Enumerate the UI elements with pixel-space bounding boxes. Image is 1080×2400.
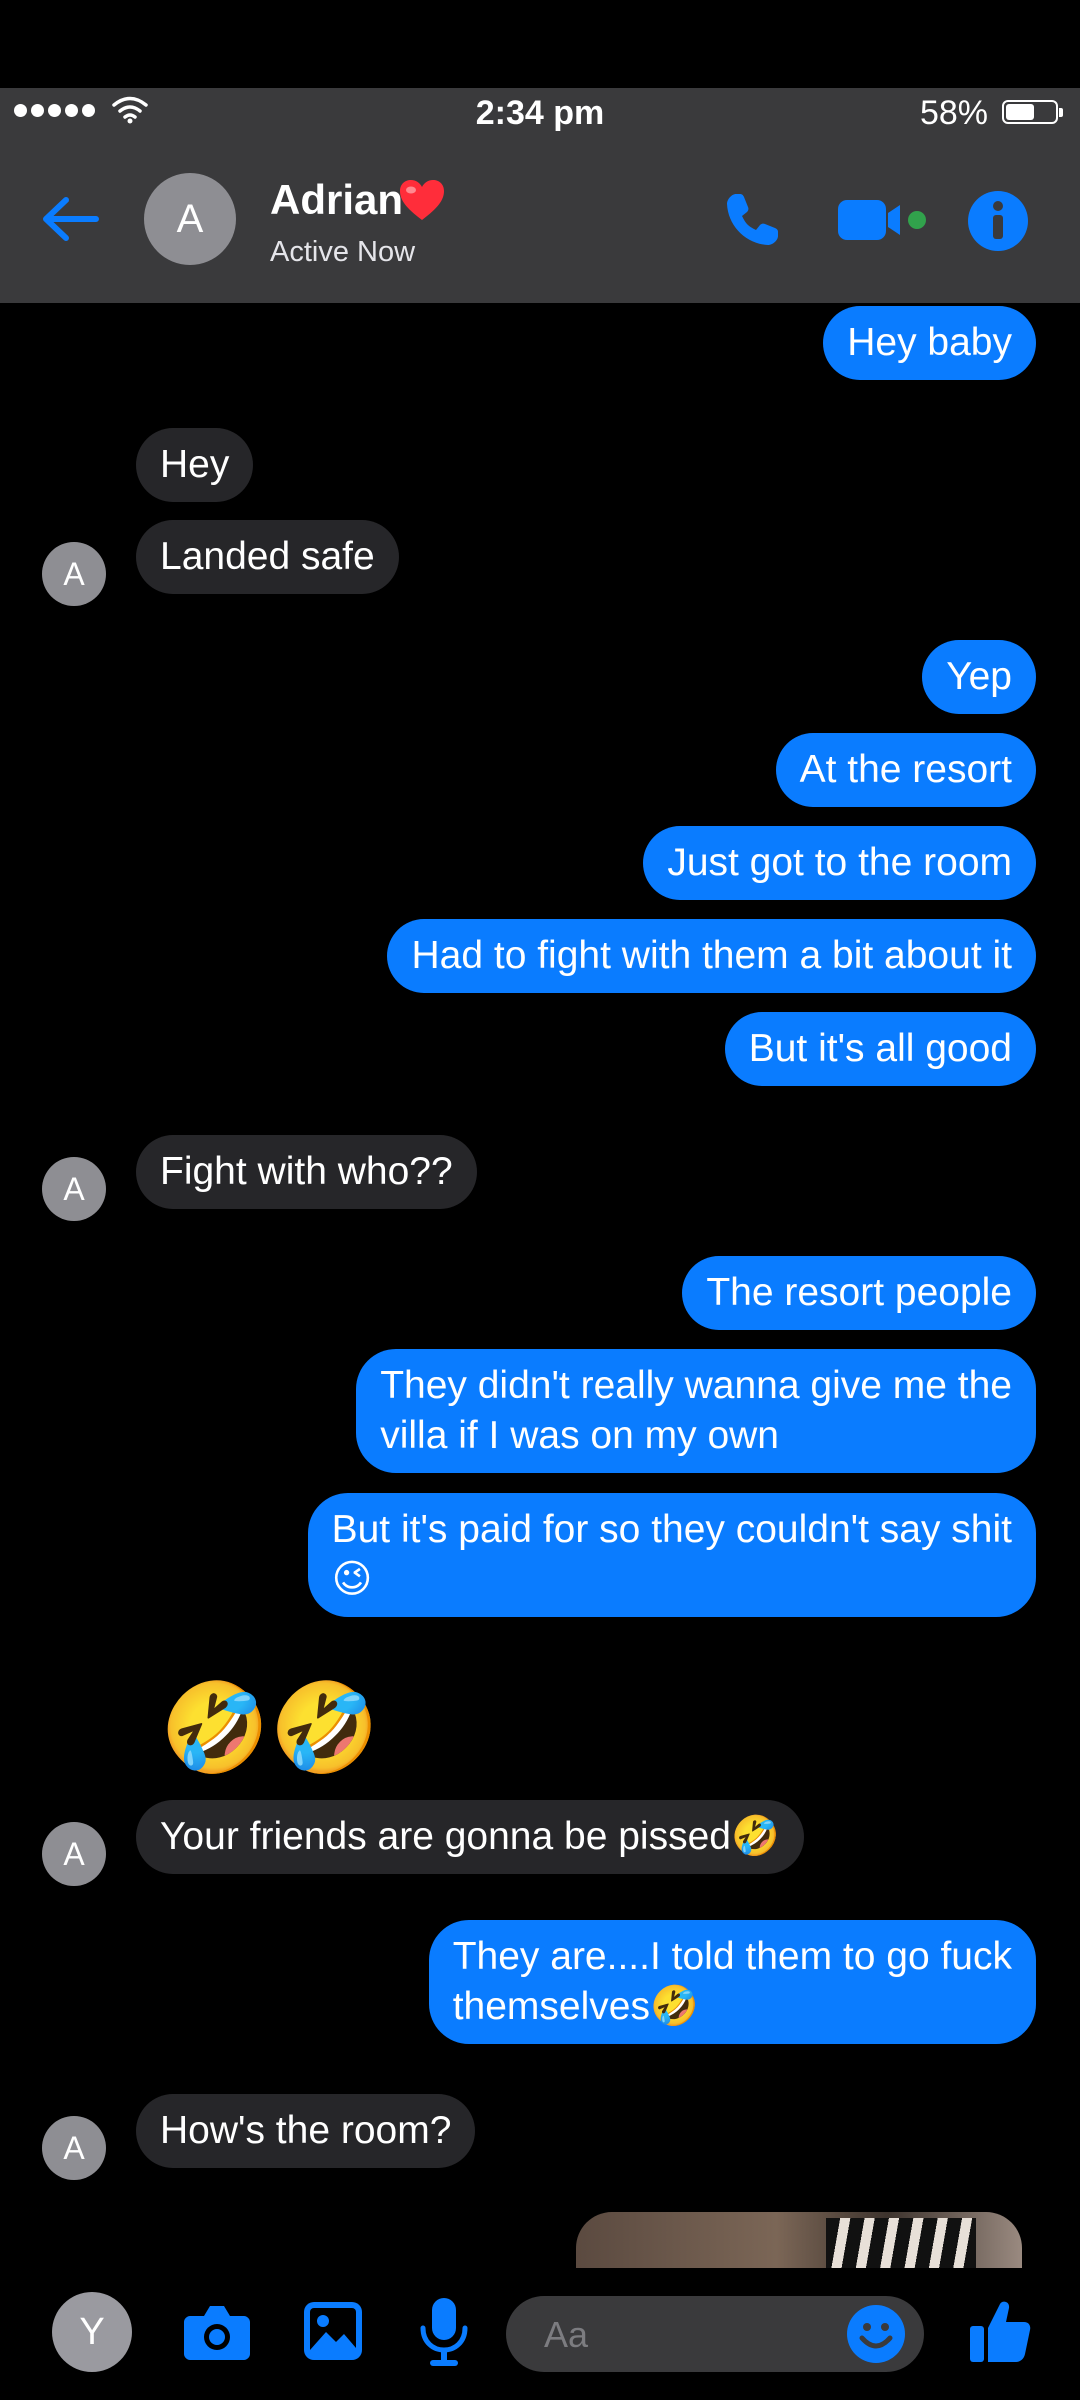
message-bubble-sent[interactable]: They didn't really wanna give me the vil… — [356, 1349, 1036, 1473]
message-bubble-sent[interactable]: Just got to the room — [643, 826, 1036, 900]
image-icon[interactable] — [302, 2300, 364, 2362]
composer-bar: Y — [0, 2268, 1080, 2400]
sender-avatar[interactable]: A — [42, 2116, 106, 2180]
message-bubble-sent[interactable]: Had to fight with them a bit about it — [387, 919, 1036, 993]
contact-avatar[interactable]: A — [144, 173, 236, 265]
message-bubble-sent[interactable]: Yep — [922, 640, 1036, 714]
status-bar: 2:34 pm 58% — [0, 88, 1080, 140]
contact-name[interactable]: Adrian — [270, 176, 403, 224]
back-arrow-icon[interactable] — [40, 194, 100, 244]
message-bubble-sent[interactable]: They are....I told them to go fuck thems… — [428, 1920, 1036, 2044]
video-camera-icon[interactable] — [838, 196, 928, 246]
battery-icon — [1002, 100, 1063, 124]
message-line: They are....I told them to go fuck — [452, 1935, 1012, 1978]
info-icon[interactable] — [967, 190, 1029, 252]
message-line: They didn't really wanna give me the — [380, 1364, 1012, 1407]
message-bubble-sent[interactable]: The resort people — [682, 1256, 1036, 1330]
emoji-message[interactable]: 🤣🤣 — [160, 1678, 379, 1778]
message-bubble-received[interactable]: Fight with who?? — [136, 1135, 477, 1209]
sender-avatar[interactable]: A — [42, 1822, 106, 1886]
active-status: Active Now — [270, 236, 416, 268]
microphone-icon[interactable] — [418, 2296, 470, 2368]
message-bubble-sent[interactable]: But it's paid for so they couldn't say s… — [307, 1493, 1036, 1617]
message-bubble-received[interactable]: Landed safe — [136, 520, 399, 594]
message-line: themselves🤣 — [452, 1985, 699, 2028]
camera-icon[interactable] — [182, 2302, 252, 2362]
message-composer — [506, 2296, 924, 2374]
phone-icon[interactable] — [722, 190, 782, 250]
message-bubble-sent[interactable]: At the resort — [775, 733, 1036, 807]
heart-emoji — [400, 180, 444, 220]
message-bubble-sent[interactable]: But it's all good — [724, 1012, 1036, 1086]
sender-avatar[interactable]: A — [42, 542, 106, 606]
thumbs-up-icon[interactable] — [968, 2298, 1032, 2364]
top-black-band — [0, 0, 1080, 88]
sender-avatar[interactable]: A — [42, 1157, 106, 1221]
battery-percent: 58% — [919, 94, 988, 132]
message-bubble-sent[interactable]: Hey baby — [823, 306, 1036, 380]
message-line: 😉 — [331, 1558, 373, 1601]
conversation-header: A Adrian Active Now — [0, 140, 1080, 303]
emoji-icon[interactable] — [846, 2304, 906, 2364]
photo-message[interactable] — [576, 2212, 1022, 2268]
message-bubble-received[interactable]: How's the room? — [136, 2094, 476, 2168]
user-avatar[interactable]: Y — [52, 2292, 132, 2372]
status-time: 2:34 pm — [475, 94, 605, 132]
message-bubble-received[interactable]: Hey — [136, 428, 254, 502]
message-line: villa if I was on my own — [380, 1414, 780, 1457]
message-input[interactable] — [542, 2296, 826, 2374]
message-bubble-received[interactable]: Your friends are gonna be pissed🤣 — [136, 1800, 804, 1874]
message-line: But it's paid for so they couldn't say s… — [331, 1508, 1012, 1551]
